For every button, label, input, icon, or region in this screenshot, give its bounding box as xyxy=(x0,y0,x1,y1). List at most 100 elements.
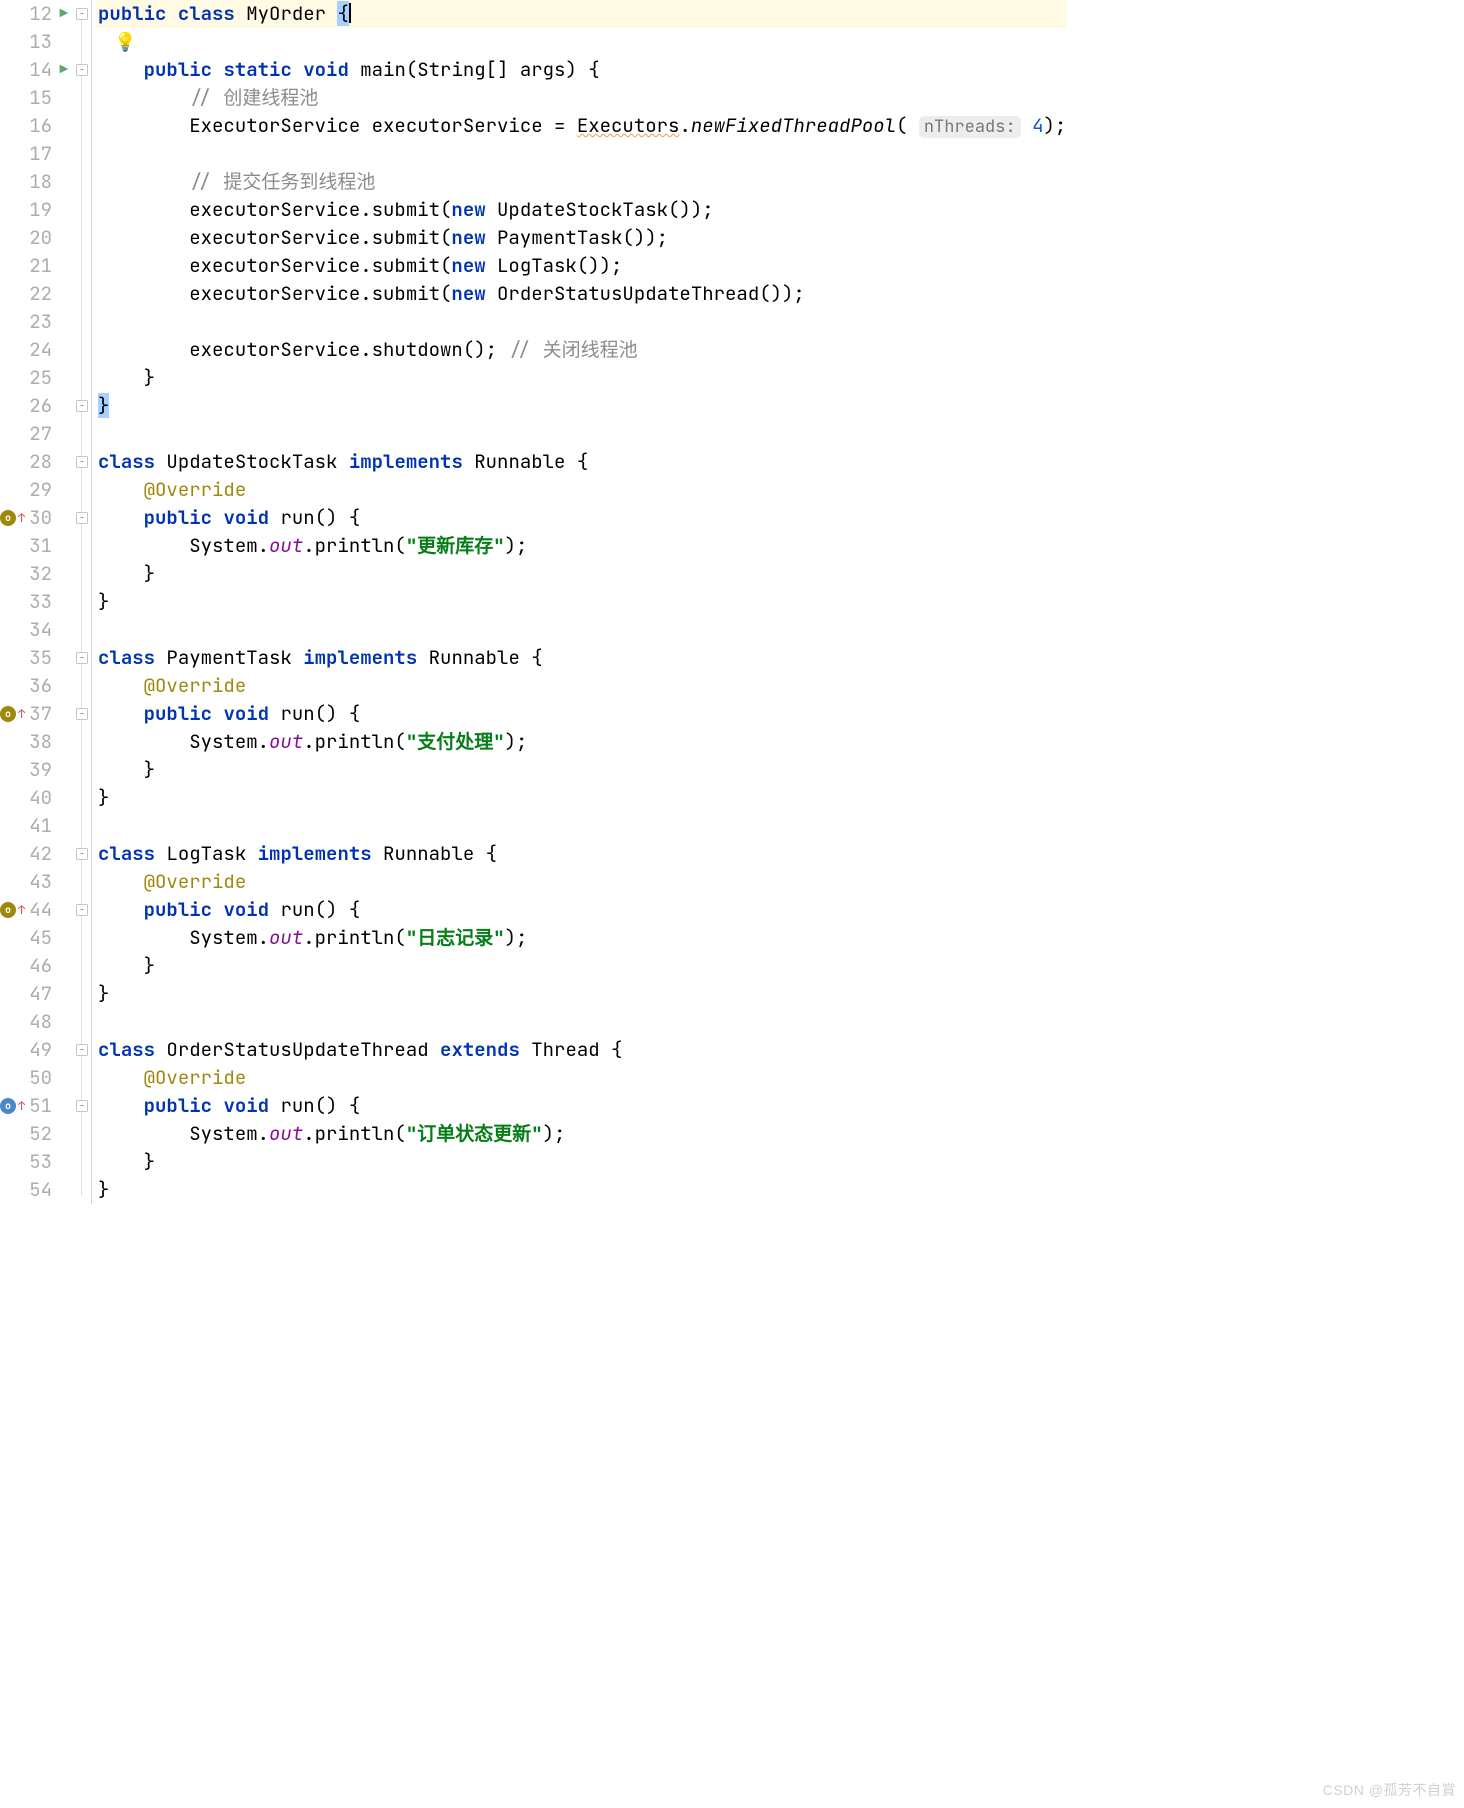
code-line[interactable]: } xyxy=(96,1176,1066,1204)
gutter-row: 42 xyxy=(0,840,68,868)
gutter-row: 19 xyxy=(0,196,68,224)
gutter-row: 17 xyxy=(0,140,68,168)
line-number: 47 xyxy=(29,980,52,1008)
line-number: 44 xyxy=(29,896,52,924)
run-gutter-icon[interactable]: ▶ xyxy=(56,0,68,28)
line-number: 14 xyxy=(29,56,52,84)
code-line[interactable] xyxy=(96,812,1066,840)
line-number: 29 xyxy=(29,476,52,504)
up-arrow-icon: ↑ xyxy=(18,700,25,728)
code-line[interactable]: @Override xyxy=(96,672,1066,700)
gutter-row: 24 xyxy=(0,336,68,364)
fold-toggle-icon[interactable]: − xyxy=(76,904,88,916)
line-number: 27 xyxy=(29,420,52,448)
fold-toggle-icon[interactable]: − xyxy=(76,1100,88,1112)
code-line[interactable] xyxy=(96,1008,1066,1036)
fold-toggle-icon[interactable]: − xyxy=(76,456,88,468)
code-line[interactable]: public void run() { xyxy=(96,1092,1066,1120)
code-line[interactable]: } xyxy=(96,756,1066,784)
code-line[interactable]: @Override xyxy=(96,868,1066,896)
override-gutter-icon[interactable]: o xyxy=(0,902,16,918)
code-line[interactable]: public void run() { xyxy=(96,896,1066,924)
fold-toggle-icon[interactable]: − xyxy=(76,64,88,76)
line-number: 34 xyxy=(29,616,52,644)
code-line[interactable]: executorService.submit(new LogTask()); xyxy=(96,252,1066,280)
watermark: CSDN @孤芳不自賞 xyxy=(1323,1776,1456,1804)
code-area[interactable]: public class MyOrder {💡 public static vo… xyxy=(92,0,1066,1204)
line-number: 35 xyxy=(29,644,52,672)
code-line[interactable]: } xyxy=(96,364,1066,392)
gutter-row: 34 xyxy=(0,616,68,644)
fold-toggle-icon[interactable]: − xyxy=(76,848,88,860)
gutter-row: 36 xyxy=(0,672,68,700)
code-line[interactable]: executorService.submit(new UpdateStockTa… xyxy=(96,196,1066,224)
code-line[interactable]: } xyxy=(96,588,1066,616)
gutter-row: 15 xyxy=(0,84,68,112)
code-line[interactable]: @Override xyxy=(96,1064,1066,1092)
fold-toggle-icon[interactable]: − xyxy=(76,652,88,664)
code-line[interactable] xyxy=(96,420,1066,448)
code-editor[interactable]: 12▶1314▶151617181920212223242526272829o↑… xyxy=(0,0,976,1204)
line-number: 22 xyxy=(29,280,52,308)
gutter-row: 13 xyxy=(0,28,68,56)
intention-bulb-icon[interactable]: 💡 xyxy=(114,29,136,57)
line-number: 37 xyxy=(29,700,52,728)
code-line[interactable]: } xyxy=(96,784,1066,812)
line-number: 40 xyxy=(29,784,52,812)
fold-toggle-icon[interactable]: − xyxy=(76,512,88,524)
code-line[interactable] xyxy=(96,308,1066,336)
code-line[interactable]: System.out.println("订单状态更新"); xyxy=(96,1120,1066,1148)
code-line[interactable]: public void run() { xyxy=(96,700,1066,728)
code-line[interactable]: System.out.println("更新库存"); xyxy=(96,532,1066,560)
code-line[interactable]: class LogTask implements Runnable { xyxy=(96,840,1066,868)
fold-column[interactable]: − − − − − − − − − − − xyxy=(74,0,92,1204)
up-arrow-icon: ↑ xyxy=(18,504,25,532)
code-line[interactable]: public void run() { xyxy=(96,504,1066,532)
code-line[interactable]: executorService.submit(new PaymentTask()… xyxy=(96,224,1066,252)
code-line[interactable]: } xyxy=(96,1148,1066,1176)
line-number: 54 xyxy=(29,1176,52,1204)
override-gutter-icon[interactable]: o xyxy=(0,1098,16,1114)
gutter-row: 49 xyxy=(0,1036,68,1064)
code-line[interactable]: } xyxy=(96,952,1066,980)
line-number: 52 xyxy=(29,1120,52,1148)
fold-toggle-icon[interactable]: − xyxy=(76,708,88,720)
code-line[interactable]: public static void main(String[] args) { xyxy=(96,56,1066,84)
gutter-row: 21 xyxy=(0,252,68,280)
code-line[interactable]: // 提交任务到线程池 xyxy=(96,168,1066,196)
code-line[interactable]: class PaymentTask implements Runnable { xyxy=(96,644,1066,672)
fold-toggle-icon[interactable]: − xyxy=(76,1044,88,1056)
run-gutter-icon[interactable]: ▶ xyxy=(56,56,68,84)
override-gutter-icon[interactable]: o xyxy=(0,510,16,526)
gutter-row: 48 xyxy=(0,1008,68,1036)
up-arrow-icon: ↑ xyxy=(18,1092,25,1120)
code-line[interactable]: ExecutorService executorService = Execut… xyxy=(96,112,1066,140)
code-line[interactable]: class OrderStatusUpdateThread extends Th… xyxy=(96,1036,1066,1064)
fold-toggle-icon[interactable]: − xyxy=(76,400,88,412)
code-line[interactable]: @Override xyxy=(96,476,1066,504)
line-number: 23 xyxy=(29,308,52,336)
code-line[interactable]: } xyxy=(96,392,1066,420)
code-line[interactable]: executorService.submit(new OrderStatusUp… xyxy=(96,280,1066,308)
code-line[interactable]: } xyxy=(96,980,1066,1008)
gutter-row: 25 xyxy=(0,364,68,392)
override-gutter-icon[interactable]: o xyxy=(0,706,16,722)
gutter-row: 38 xyxy=(0,728,68,756)
code-line[interactable]: 💡 xyxy=(96,28,1066,56)
code-line[interactable]: // 创建线程池 xyxy=(96,84,1066,112)
gutter-row: 33 xyxy=(0,588,68,616)
line-number: 49 xyxy=(29,1036,52,1064)
code-line[interactable]: public class MyOrder { xyxy=(96,0,1066,28)
gutter-row: 40 xyxy=(0,784,68,812)
fold-toggle-icon[interactable]: − xyxy=(76,8,88,20)
code-line[interactable]: executorService.shutdown(); // 关闭线程池 xyxy=(96,336,1066,364)
code-line[interactable]: } xyxy=(96,560,1066,588)
code-line[interactable] xyxy=(96,616,1066,644)
line-number: 39 xyxy=(29,756,52,784)
code-line[interactable]: System.out.println("支付处理"); xyxy=(96,728,1066,756)
code-line[interactable]: class UpdateStockTask implements Runnabl… xyxy=(96,448,1066,476)
code-line[interactable]: System.out.println("日志记录"); xyxy=(96,924,1066,952)
line-number: 28 xyxy=(29,448,52,476)
line-number: 30 xyxy=(29,504,52,532)
code-line[interactable] xyxy=(96,140,1066,168)
